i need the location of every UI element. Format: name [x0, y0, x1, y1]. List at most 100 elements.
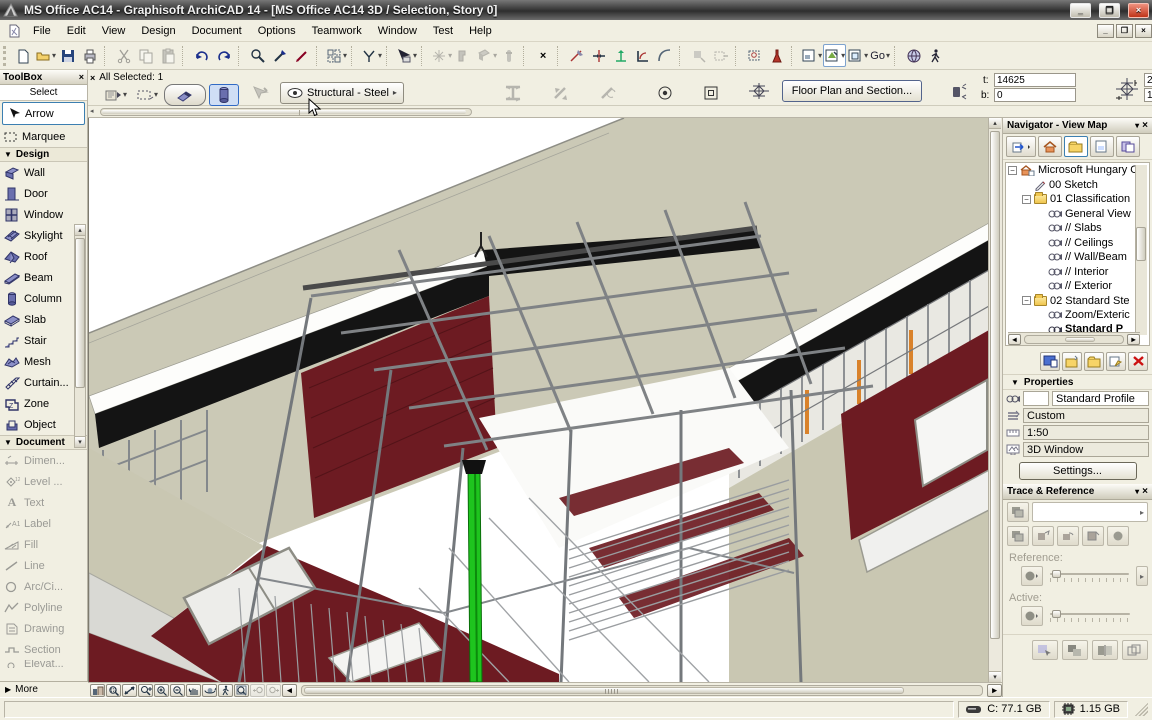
- trace-menu-icon[interactable]: ▾: [1135, 487, 1139, 496]
- tool-section[interactable]: Section: [0, 639, 87, 660]
- drag-reference-button[interactable]: [1032, 640, 1058, 660]
- selection-elevation-button[interactable]: ▾: [133, 84, 161, 106]
- tool-drawing[interactable]: Drawing: [0, 618, 87, 639]
- menu-window[interactable]: Window: [370, 22, 425, 40]
- vscroll-up-icon[interactable]: ▴: [989, 118, 1001, 129]
- tree-vscrollbar[interactable]: [1135, 165, 1147, 335]
- navigate-button[interactable]: [122, 684, 137, 697]
- virtual-reality-icon[interactable]: [903, 44, 925, 67]
- layer-combination-field[interactable]: Custom: [1023, 408, 1149, 423]
- tree-item-view[interactable]: Zoom/Exteric: [1006, 308, 1149, 323]
- document-header[interactable]: Document: [16, 437, 65, 448]
- minimize-button[interactable]: _: [1070, 3, 1091, 18]
- tool-fill[interactable]: Fill: [0, 534, 87, 555]
- quick-options-button[interactable]: [90, 684, 105, 697]
- tree-scroll-left-icon[interactable]: ◂: [1008, 334, 1021, 345]
- profile-rotate-icon[interactable]: [548, 82, 574, 104]
- go-dropdown[interactable]: Go▾: [869, 44, 891, 67]
- menu-options[interactable]: Options: [250, 22, 304, 40]
- infobox-scroll-left-icon[interactable]: ◂: [90, 107, 94, 115]
- project-map-button[interactable]: [1038, 136, 1062, 157]
- zoom-out-button[interactable]: [170, 684, 185, 697]
- save-view-button[interactable]: [1062, 352, 1082, 371]
- split-compare-button[interactable]: [1092, 640, 1118, 660]
- scale-field[interactable]: 1:50: [1023, 425, 1149, 440]
- toolbox-more[interactable]: ▶More: [0, 681, 88, 697]
- trim-button[interactable]: [566, 44, 588, 67]
- favorites-button[interactable]: ▾: [102, 84, 130, 106]
- view-mode-dropdown[interactable]: ▾: [823, 44, 846, 67]
- menu-view[interactable]: View: [94, 22, 134, 40]
- toolbox-scrollbar[interactable]: ▴ ▾: [74, 224, 86, 448]
- trace-toggle-button[interactable]: [1007, 502, 1029, 522]
- layouts-dropdown[interactable]: ▾: [800, 44, 823, 67]
- reference-color-button[interactable]: [1021, 566, 1043, 586]
- tool-door[interactable]: Door: [0, 183, 87, 204]
- print-button[interactable]: [79, 44, 101, 67]
- tool-wall[interactable]: Wall: [0, 162, 87, 183]
- tool-elevation[interactable]: Elevat...: [0, 660, 87, 668]
- floorplan-section-button[interactable]: Floor Plan and Section...: [782, 80, 922, 102]
- tree-item-standard-steel[interactable]: − 02 Standard Ste: [1006, 294, 1149, 309]
- open-button[interactable]: ▾: [34, 44, 57, 67]
- tool-arrow[interactable]: Arrow: [2, 102, 85, 125]
- profile-ibeam-icon[interactable]: [500, 82, 526, 104]
- trace-titlebar[interactable]: Trace & Reference ▾ ×: [1003, 484, 1152, 500]
- split-button[interactable]: [588, 44, 610, 67]
- new-button[interactable]: [12, 44, 34, 67]
- adjust-button[interactable]: [610, 44, 632, 67]
- reference-visibility-button[interactable]: [1107, 526, 1129, 546]
- tree-item-view[interactable]: // Wall/Beam: [1006, 250, 1149, 265]
- menu-document[interactable]: Document: [184, 22, 250, 40]
- tree-hscrollbar[interactable]: ◂ ▸: [1008, 332, 1140, 345]
- core-symbolic-icon[interactable]: [744, 80, 774, 102]
- anchor-point-center-icon[interactable]: [654, 82, 676, 104]
- previous-zoom-button[interactable]: [250, 684, 265, 697]
- infobox-scrollbar[interactable]: ◂: [88, 106, 1152, 118]
- tree-item-view[interactable]: // Exterior: [1006, 279, 1149, 294]
- arrow-mode-icon[interactable]: [248, 82, 272, 104]
- menu-help[interactable]: Help: [461, 22, 500, 40]
- tree-item-view[interactable]: // Ceilings: [1006, 236, 1149, 251]
- tool-text[interactable]: AText: [0, 492, 87, 513]
- window-dropdown[interactable]: ▾: [846, 44, 869, 67]
- delete-item-button[interactable]: [1128, 352, 1148, 371]
- overlay-frames-button[interactable]: [1122, 640, 1148, 660]
- collapse-icon[interactable]: −: [1008, 166, 1017, 175]
- view-id-field[interactable]: [1023, 391, 1049, 406]
- tool-label[interactable]: A1Label: [0, 513, 87, 534]
- tool-polyline[interactable]: Polyline: [0, 597, 87, 618]
- tree-item-sketch[interactable]: 00 Sketch: [1006, 178, 1149, 193]
- navigator-titlebar[interactable]: Navigator - View Map ▾ ×: [1003, 118, 1152, 134]
- tree-item-view[interactable]: General View: [1006, 207, 1149, 222]
- reference-plane-button[interactable]: ▾: [475, 44, 498, 67]
- view-type-field[interactable]: 3D Window: [1023, 442, 1149, 457]
- publisher-button[interactable]: [1116, 136, 1140, 157]
- toolbox-close-icon[interactable]: ×: [79, 72, 84, 82]
- zoom-in-button[interactable]: [154, 684, 169, 697]
- tool-marquee[interactable]: Marquee: [0, 126, 87, 147]
- pan-button[interactable]: [186, 684, 201, 697]
- scroll-right-button[interactable]: ▸: [987, 684, 1002, 697]
- resize-grip[interactable]: [1134, 702, 1148, 716]
- mdi-close-button[interactable]: ×: [1135, 24, 1152, 38]
- profile-width-field[interactable]: [1144, 88, 1152, 102]
- magic-wand-button[interactable]: [766, 44, 788, 67]
- active-intensity-slider[interactable]: [1050, 609, 1130, 623]
- tool-level[interactable]: 12Level ...: [0, 471, 87, 492]
- copy-button[interactable]: [135, 44, 157, 67]
- resize-button[interactable]: [688, 44, 710, 67]
- intersect-button[interactable]: [632, 44, 654, 67]
- gravity-button[interactable]: ▾: [360, 44, 383, 67]
- view-name-field[interactable]: Standard Profile: [1052, 391, 1149, 406]
- inject-parameters-button[interactable]: [291, 44, 313, 67]
- tree-scroll-right-icon[interactable]: ▸: [1127, 334, 1140, 345]
- cut-button[interactable]: [113, 44, 135, 67]
- infobox-close-icon[interactable]: ×: [90, 73, 95, 83]
- navigator-close-icon[interactable]: ×: [1142, 120, 1148, 131]
- menu-design[interactable]: Design: [133, 22, 183, 40]
- design-header[interactable]: Design: [16, 149, 49, 160]
- tree-item-view[interactable]: // Slabs: [1006, 221, 1149, 236]
- trace-expand-button[interactable]: ▸: [1136, 566, 1148, 586]
- layout-book-button[interactable]: [1090, 136, 1114, 157]
